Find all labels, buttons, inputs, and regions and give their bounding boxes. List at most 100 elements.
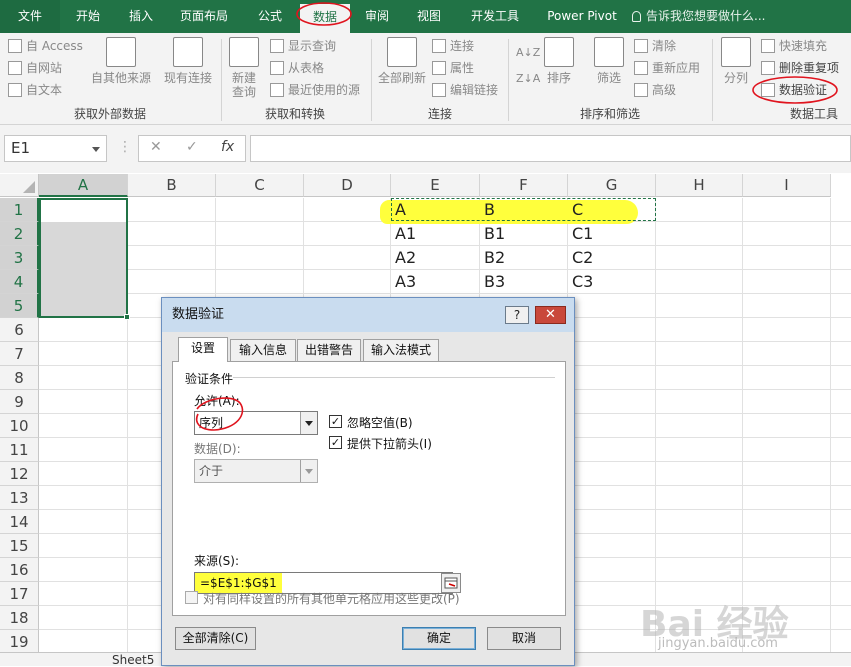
cell-g4[interactable]: C3 [568, 270, 656, 294]
clear-filter-button[interactable]: 清除 [634, 36, 676, 56]
tab-data[interactable]: 数据 [300, 4, 350, 33]
row-header-17[interactable]: 17 [0, 582, 39, 606]
sort-button[interactable]: 排序 [540, 37, 578, 85]
advanced-filter-button[interactable]: 高级 [634, 80, 676, 100]
help-button[interactable]: ? [505, 306, 529, 324]
row-header-5[interactable]: 5 [0, 294, 39, 318]
sort-za-button[interactable]: Z↓A [514, 69, 540, 89]
chevron-down-icon[interactable] [300, 412, 317, 434]
column-header-g[interactable]: G [568, 174, 656, 197]
ok-button[interactable]: 确定 [402, 627, 476, 650]
row-header-6[interactable]: 6 [0, 318, 39, 342]
from-table-button[interactable]: 从表格 [270, 58, 324, 78]
cell-e3[interactable]: A2 [391, 246, 480, 270]
row-header-19[interactable]: 19 [0, 630, 39, 654]
row-header-14[interactable]: 14 [0, 510, 39, 534]
recent-sources-button[interactable]: 最近使用的源 [270, 80, 360, 100]
cancel-button[interactable]: 取消 [487, 627, 561, 650]
column-header-i[interactable]: I [743, 174, 831, 197]
name-box[interactable]: E1 [4, 135, 107, 162]
tab-ime-mode[interactable]: 输入法模式 [363, 339, 439, 361]
tab-view[interactable]: 视图 [405, 0, 453, 33]
tell-me-box[interactable]: 告诉我您想要做什么... [632, 0, 765, 33]
column-header-c[interactable]: C [216, 174, 304, 197]
tab-home[interactable]: 开始 [63, 0, 113, 33]
cell-e4[interactable]: A3 [391, 270, 480, 294]
text-to-columns-button[interactable]: 分列 [716, 37, 756, 85]
from-web-button[interactable]: 自网站 [8, 58, 62, 78]
column-header-b[interactable]: B [128, 174, 216, 197]
cell-f2[interactable]: B1 [480, 222, 568, 246]
cell-e1[interactable]: A [391, 198, 480, 222]
reapply-button[interactable]: 重新应用 [634, 58, 700, 78]
row-header-1[interactable]: 1 [0, 198, 39, 222]
column-header-a[interactable]: A [39, 174, 128, 197]
tab-review[interactable]: 审阅 [353, 0, 401, 33]
remove-duplicates-button[interactable]: 删除重复项 [761, 58, 839, 78]
cell-g2[interactable]: C1 [568, 222, 656, 246]
row-header-11[interactable]: 11 [0, 438, 39, 462]
select-all-corner[interactable] [0, 174, 39, 197]
tab-developer[interactable]: 开发工具 [458, 0, 532, 33]
tab-insert[interactable]: 插入 [117, 0, 165, 33]
row-header-3[interactable]: 3 [0, 246, 39, 270]
row-header-8[interactable]: 8 [0, 366, 39, 390]
ignore-blank-checkbox[interactable]: ✓ [329, 415, 342, 428]
column-header-e[interactable]: E [391, 174, 480, 197]
close-button[interactable]: ✕ [535, 306, 566, 324]
cell-f1[interactable]: B [480, 198, 568, 222]
tab-input-message[interactable]: 输入信息 [230, 339, 296, 361]
tab-page-layout[interactable]: 页面布局 [170, 0, 238, 33]
column-header-h[interactable]: H [656, 174, 743, 197]
column-header-f[interactable]: F [480, 174, 568, 197]
cancel-icon[interactable]: ✕ [150, 139, 162, 155]
clear-all-button[interactable]: 全部清除(C) [175, 627, 256, 650]
new-query-button[interactable]: 新建 查询 [225, 37, 263, 99]
edit-links-button[interactable]: 编辑链接 [432, 80, 498, 100]
refresh-all-button[interactable]: 全部刷新 [376, 37, 428, 85]
cell-e2[interactable]: A1 [391, 222, 480, 246]
allow-select[interactable]: 序列 [194, 411, 318, 435]
row-header-13[interactable]: 13 [0, 486, 39, 510]
column-header-d[interactable]: D [304, 174, 391, 197]
row-header-10[interactable]: 10 [0, 414, 39, 438]
tab-error-alert[interactable]: 出错警告 [297, 339, 361, 361]
connections-button[interactable]: 连接 [432, 36, 474, 56]
row-header-18[interactable]: 18 [0, 606, 39, 630]
row-header-9[interactable]: 9 [0, 390, 39, 414]
sort-az-button[interactable]: A↓Z [514, 43, 540, 63]
row-header-4[interactable]: 4 [0, 270, 39, 294]
row-header-12[interactable]: 12 [0, 462, 39, 486]
fill-handle[interactable] [124, 314, 130, 320]
from-other-sources-button[interactable]: 自其他来源 [90, 37, 152, 85]
flash-fill-button[interactable]: 快速填充 [761, 36, 827, 56]
from-text-button[interactable]: 自文本 [8, 80, 62, 100]
sheet-tab[interactable]: Sheet5 [100, 654, 158, 667]
cell-f3[interactable]: B2 [480, 246, 568, 270]
properties-button[interactable]: 属性 [432, 58, 474, 78]
apply-all-checkbox[interactable] [185, 591, 198, 604]
row-header-16[interactable]: 16 [0, 558, 39, 582]
row-header-15[interactable]: 15 [0, 534, 39, 558]
row-header-7[interactable]: 7 [0, 342, 39, 366]
data-validation-button[interactable]: 数据验证 [761, 80, 827, 100]
cell-f4[interactable]: B3 [480, 270, 568, 294]
tab-power-pivot[interactable]: Power Pivot [538, 0, 626, 33]
formula-input[interactable] [250, 135, 851, 162]
enter-icon[interactable]: ✓ [186, 139, 198, 155]
tab-formulas[interactable]: 公式 [245, 0, 295, 33]
insert-function-icon[interactable]: fx [221, 139, 234, 155]
selection-range-a1-a5[interactable] [39, 198, 130, 320]
chevron-down-icon[interactable] [92, 147, 100, 152]
tab-settings[interactable]: 设置 [178, 337, 228, 362]
existing-connections-button[interactable]: 现有连接 [160, 37, 216, 85]
in-cell-dropdown-checkbox[interactable]: ✓ [329, 436, 342, 449]
show-queries-button[interactable]: 显示查询 [270, 36, 336, 56]
filter-button[interactable]: 筛选 [588, 37, 630, 85]
show-queries-icon [270, 39, 284, 53]
tab-file[interactable]: 文件 [0, 0, 60, 33]
cell-g1[interactable]: C [568, 198, 656, 222]
row-header-2[interactable]: 2 [0, 222, 39, 246]
cell-g3[interactable]: C2 [568, 246, 656, 270]
from-access-button[interactable]: 自 Access [8, 36, 83, 56]
